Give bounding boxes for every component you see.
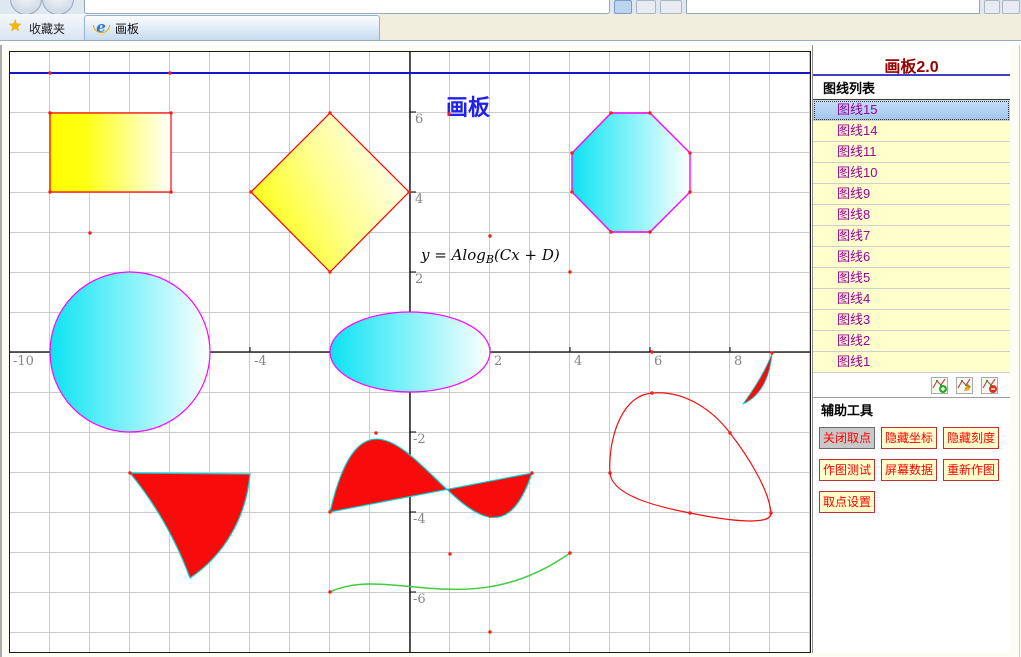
tool-button[interactable]: 作图测试 (819, 459, 875, 481)
red-crescent-shape[interactable] (743, 353, 772, 404)
app-title: 画板2.0 (813, 45, 1010, 76)
tool-button-label: 作图测试 (823, 463, 871, 477)
curve-list-item[interactable]: 图线1 (813, 352, 1010, 373)
x-label: -4 (254, 354, 267, 369)
ie-logo-icon: e (93, 20, 109, 36)
edit-curve-icon[interactable] (956, 377, 973, 394)
curve-list-item[interactable]: 图线2 (813, 331, 1010, 352)
favorites-star-icon[interactable]: ★ (8, 16, 22, 36)
red-wave-shape[interactable] (330, 439, 532, 517)
tool-button[interactable]: 隐藏刻度 (943, 427, 999, 449)
curve-list-item-label: 图线7 (837, 228, 870, 243)
tool-button-label: 取点设置 (823, 495, 871, 509)
x-label: 2 (494, 354, 502, 369)
green-curve-shape[interactable] (330, 553, 570, 592)
compatibility-button[interactable] (614, 0, 632, 14)
tab-bar: ★ 收藏夹 e 画板 (0, 14, 1021, 40)
y-label: 2 (415, 272, 423, 287)
curve-list-item[interactable]: 图线10 (813, 163, 1010, 184)
x-label: 8 (734, 354, 742, 369)
favorites-label[interactable]: 收藏夹 (29, 20, 65, 37)
tool-button[interactable]: 关闭取点 (819, 427, 875, 449)
curve-list-item[interactable]: 图线6 (813, 247, 1010, 268)
x-label: 6 (654, 354, 662, 369)
window-right-edge (1019, 45, 1020, 657)
tab-strip-blank (380, 14, 1021, 40)
curve-list-item-label: 图线10 (837, 165, 877, 180)
delete-curve-icon[interactable] (981, 377, 998, 394)
red-closed-spline-shape[interactable] (610, 393, 771, 521)
tool-button[interactable]: 隐藏坐标 (881, 427, 937, 449)
tool-button-label: 重新作图 (947, 463, 995, 477)
curve-list-item-label: 图线14 (837, 123, 877, 138)
curve-list-item-label: 图线6 (837, 249, 870, 264)
curve-list-item-label: 图线15 (837, 102, 877, 117)
curve-list-item-label: 图线3 (837, 312, 870, 327)
search-options-button[interactable] (1002, 0, 1020, 14)
browser-tab[interactable]: e 画板 (84, 15, 380, 40)
tool-button-label: 隐藏坐标 (885, 431, 933, 445)
window-left-edge (0, 45, 2, 657)
tool-buttons: 关闭取点 隐藏坐标 隐藏刻度 作图测试 屏幕数据 重新作图 取点设置 (813, 421, 1005, 513)
tool-button-label: 屏幕数据 (885, 463, 933, 477)
curve-list-item[interactable]: 图线8 (813, 205, 1010, 226)
curve-list-item-label: 图线5 (837, 270, 870, 285)
tool-button[interactable]: 重新作图 (943, 459, 999, 481)
curve-list: 图线15 图线14 图线11 图线10 图线9 图线8 图线7 图线6 图线5 … (813, 100, 1010, 373)
curve-list-item[interactable]: 图线4 (813, 289, 1010, 310)
curve-list-item[interactable]: 图线15 (813, 100, 1010, 121)
y-label: -6 (413, 592, 426, 607)
x-label: 4 (574, 354, 582, 369)
curve-list-item[interactable]: 图线7 (813, 226, 1010, 247)
y-label: 6 (415, 112, 423, 127)
gradient-circle-shape[interactable] (50, 272, 210, 432)
browser-chrome: ★ 收藏夹 e 画板 (0, 0, 1021, 45)
refresh-button[interactable] (636, 0, 656, 14)
tab-title: 画板 (115, 20, 139, 37)
tool-button-label: 关闭取点 (823, 431, 871, 445)
tool-button[interactable]: 取点设置 (819, 491, 875, 513)
formula-text[interactable]: y = AlogB(Cx + D) (420, 246, 560, 266)
curve-list-header: 图线列表 (813, 76, 1010, 100)
curve-list-item-label: 图线11 (837, 144, 877, 159)
address-bar[interactable] (84, 0, 610, 14)
add-curve-icon[interactable] (931, 377, 948, 394)
gradient-octagon-shape[interactable] (572, 113, 690, 232)
y-label: -2 (413, 432, 426, 447)
tool-button[interactable]: 屏幕数据 (881, 459, 937, 481)
curve-list-item[interactable]: 图线9 (813, 184, 1010, 205)
canvas-svg: -10 -4 2 4 6 8 6 4 2 -2 -4 -6 画板 y = Alo… (10, 52, 810, 652)
canvas-title-text[interactable]: 画板 (446, 96, 491, 121)
curve-list-item-label: 图线2 (837, 333, 870, 348)
drawing-canvas[interactable]: -10 -4 2 4 6 8 6 4 2 -2 -4 -6 画板 y = Alo… (9, 51, 811, 653)
curve-list-item[interactable]: 图线14 (813, 121, 1010, 142)
x-label: -10 (13, 354, 34, 369)
stop-button[interactable] (660, 0, 682, 14)
curve-list-actions (813, 373, 1010, 397)
tool-button-label: 隐藏刻度 (947, 431, 995, 445)
forward-button[interactable] (42, 0, 74, 15)
curve-list-item[interactable]: 图线3 (813, 310, 1010, 331)
curve-list-item-label: 图线9 (837, 186, 870, 201)
gradient-diamond-shape[interactable] (251, 113, 409, 272)
y-label: -4 (413, 512, 426, 527)
curve-list-item-label: 图线4 (837, 291, 870, 306)
y-label: 4 (415, 192, 423, 207)
curve-list-item-label: 图线8 (837, 207, 870, 222)
sidebar: 画板2.0 图线列表 图线15 图线14 图线11 图线10 图线9 图线8 图… (812, 45, 1010, 653)
search-input[interactable] (686, 0, 980, 14)
curve-list-item-label: 图线1 (837, 354, 870, 369)
curve-list-item[interactable]: 图线5 (813, 268, 1010, 289)
red-sail-shape[interactable] (130, 473, 250, 578)
tools-header: 辅助工具 (813, 397, 1010, 421)
back-button[interactable] (10, 0, 42, 15)
gradient-rectangle-shape[interactable] (50, 113, 171, 192)
curve-list-item[interactable]: 图线11 (813, 142, 1010, 163)
gradient-ellipse-shape[interactable] (330, 312, 490, 392)
search-go-button[interactable] (984, 0, 1000, 14)
